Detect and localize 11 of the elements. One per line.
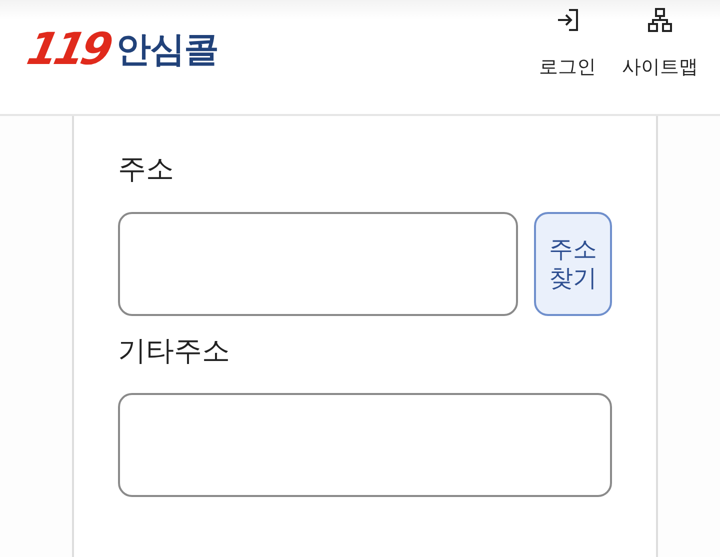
search-address-button[interactable]: 주소 찾기: [534, 212, 612, 316]
field-label: 주소: [118, 152, 175, 186]
logo-number: 119: [23, 28, 113, 72]
header-link[interactable]: 사이트맵: [622, 54, 698, 80]
input-field[interactable]: [118, 212, 518, 316]
login-icon[interactable]: [556, 8, 578, 32]
header-link[interactable]: 로그인: [539, 54, 596, 80]
sitemap-icon[interactable]: [648, 8, 672, 32]
logo-name: 안심콜: [116, 29, 218, 72]
input-field[interactable]: [118, 393, 612, 498]
field-label: 기타주소: [118, 334, 231, 368]
